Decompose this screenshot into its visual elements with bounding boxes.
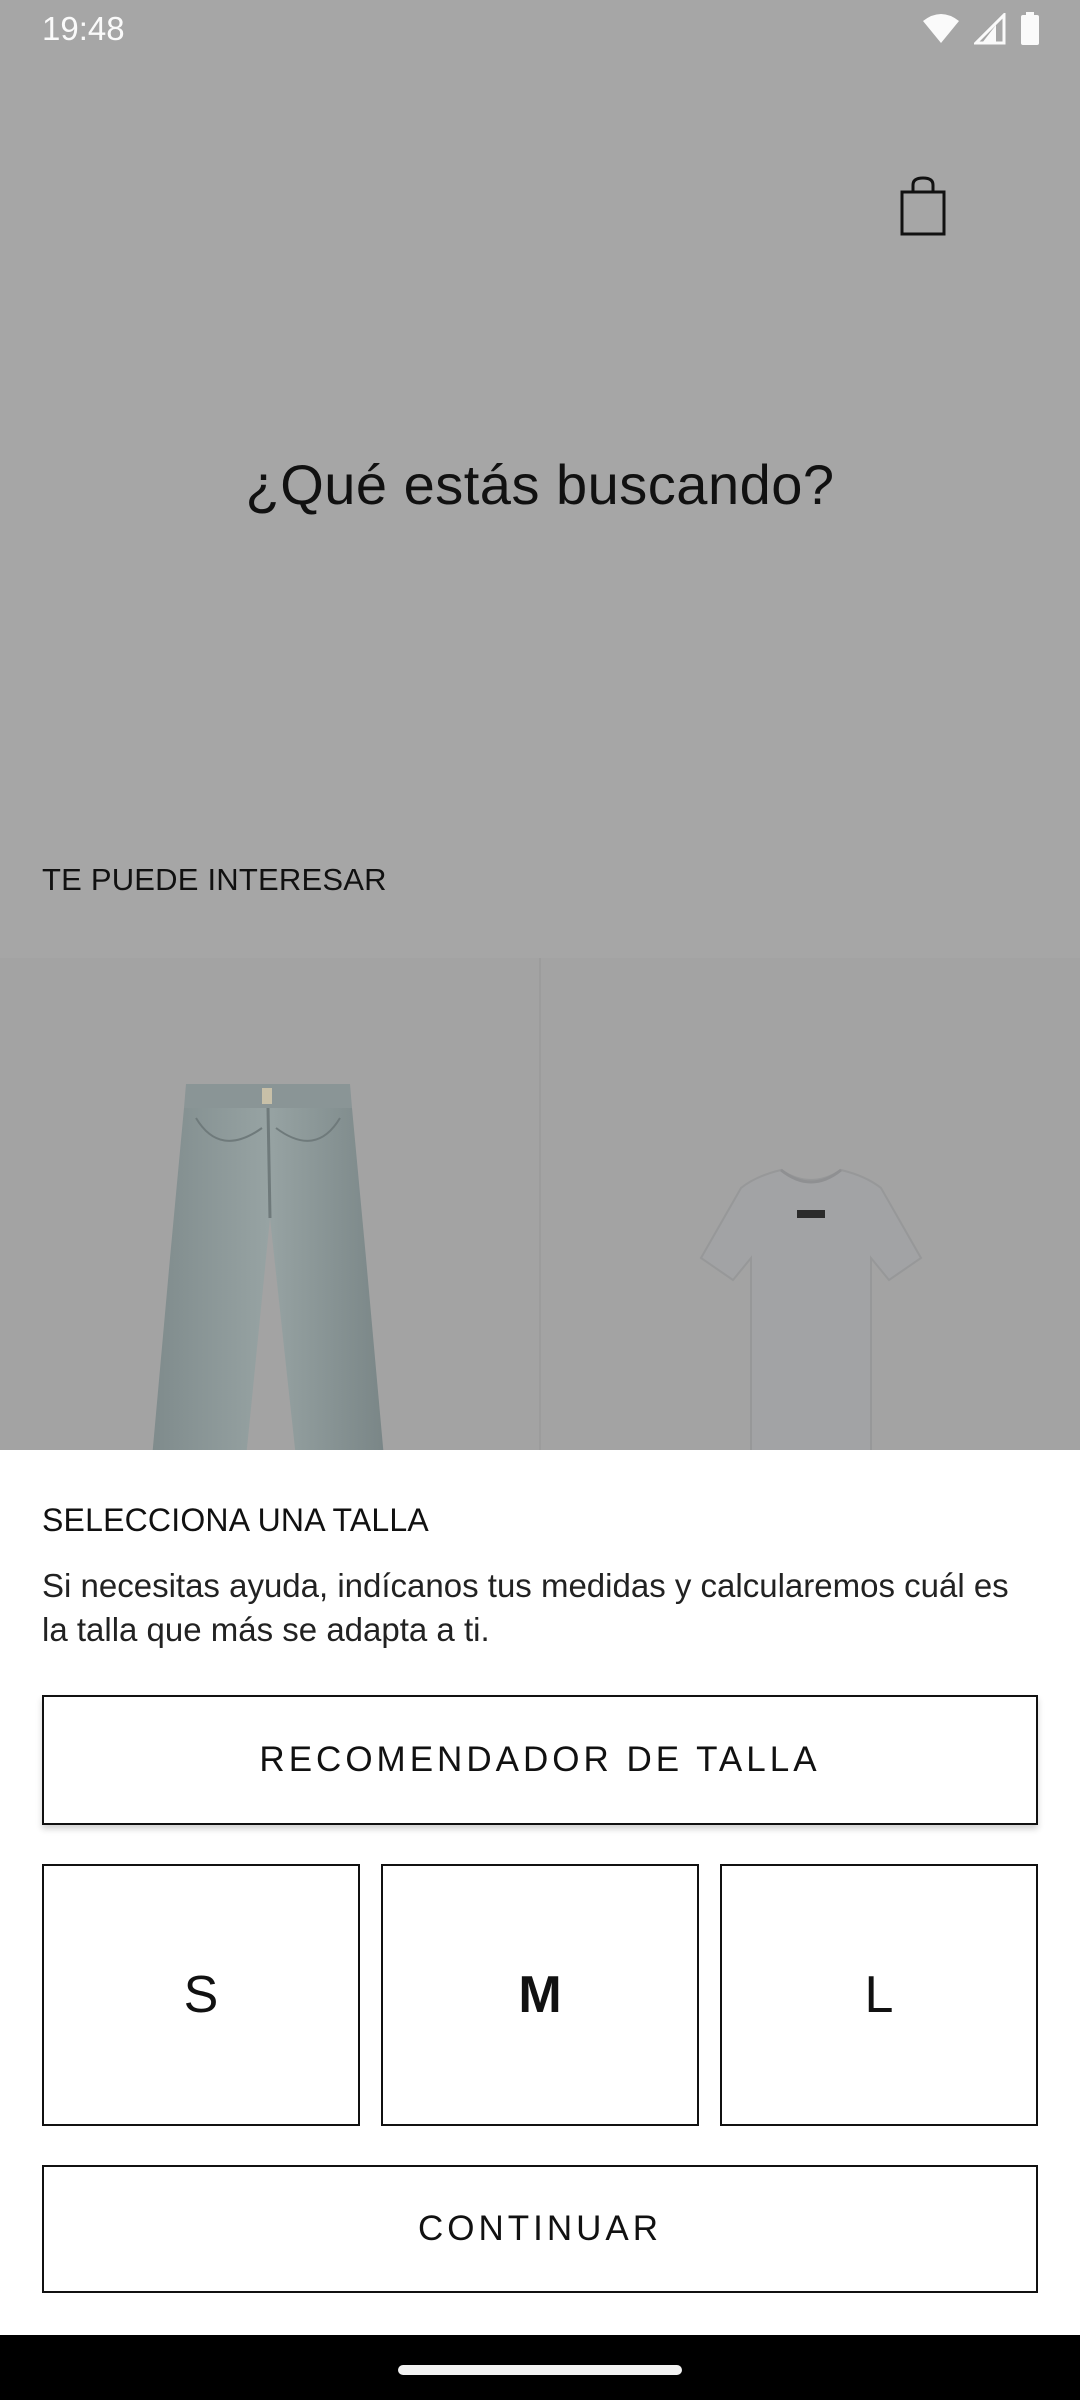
product-card-tshirt[interactable] [539, 958, 1080, 1458]
continue-button[interactable]: CONTINUAR [42, 2165, 1038, 2293]
jeans-image [152, 1084, 384, 1458]
status-bar: 19:48 [0, 0, 1080, 62]
sheet-title: SELECCIONA UNA TALLA [42, 1502, 429, 1538]
navigation-bar [0, 2335, 1080, 2400]
size-option-m[interactable]: M [381, 1864, 699, 2126]
product-grid [0, 958, 1080, 1458]
signal-icon [974, 13, 1006, 45]
continue-label: CONTINUAR [417, 2209, 663, 2248]
size-option-s[interactable]: S [42, 1864, 360, 2126]
size-recommender-button[interactable]: RECOMENDADOR DE TALLA [42, 1695, 1038, 1825]
search-prompt[interactable]: ¿Qué estás buscando? [0, 452, 1080, 517]
status-time: 19:48 [42, 10, 125, 47]
size-bottom-sheet: SELECCIONA UNA TALLA Si necesitas ayuda,… [0, 1450, 1080, 2335]
shopping-bag-icon[interactable] [898, 176, 948, 236]
tshirt-image [699, 1168, 923, 1458]
recommendations-label: TE PUEDE INTERESAR [42, 862, 387, 897]
size-recommender-label: RECOMENDADOR DE TALLA [259, 1740, 821, 1779]
size-option-label: M [518, 1966, 562, 2024]
size-option-label: S [183, 1966, 219, 2024]
sheet-description: Si necesitas ayuda, indícanos tus medida… [42, 1567, 1009, 1648]
home-gesture-handle[interactable] [398, 2365, 682, 2375]
size-option-l[interactable]: L [720, 1864, 1038, 2126]
wifi-icon [923, 14, 959, 43]
product-card-jeans[interactable] [0, 958, 539, 1458]
size-option-label: L [864, 1966, 894, 2024]
battery-icon [1021, 12, 1039, 45]
status-icons [922, 12, 1040, 46]
